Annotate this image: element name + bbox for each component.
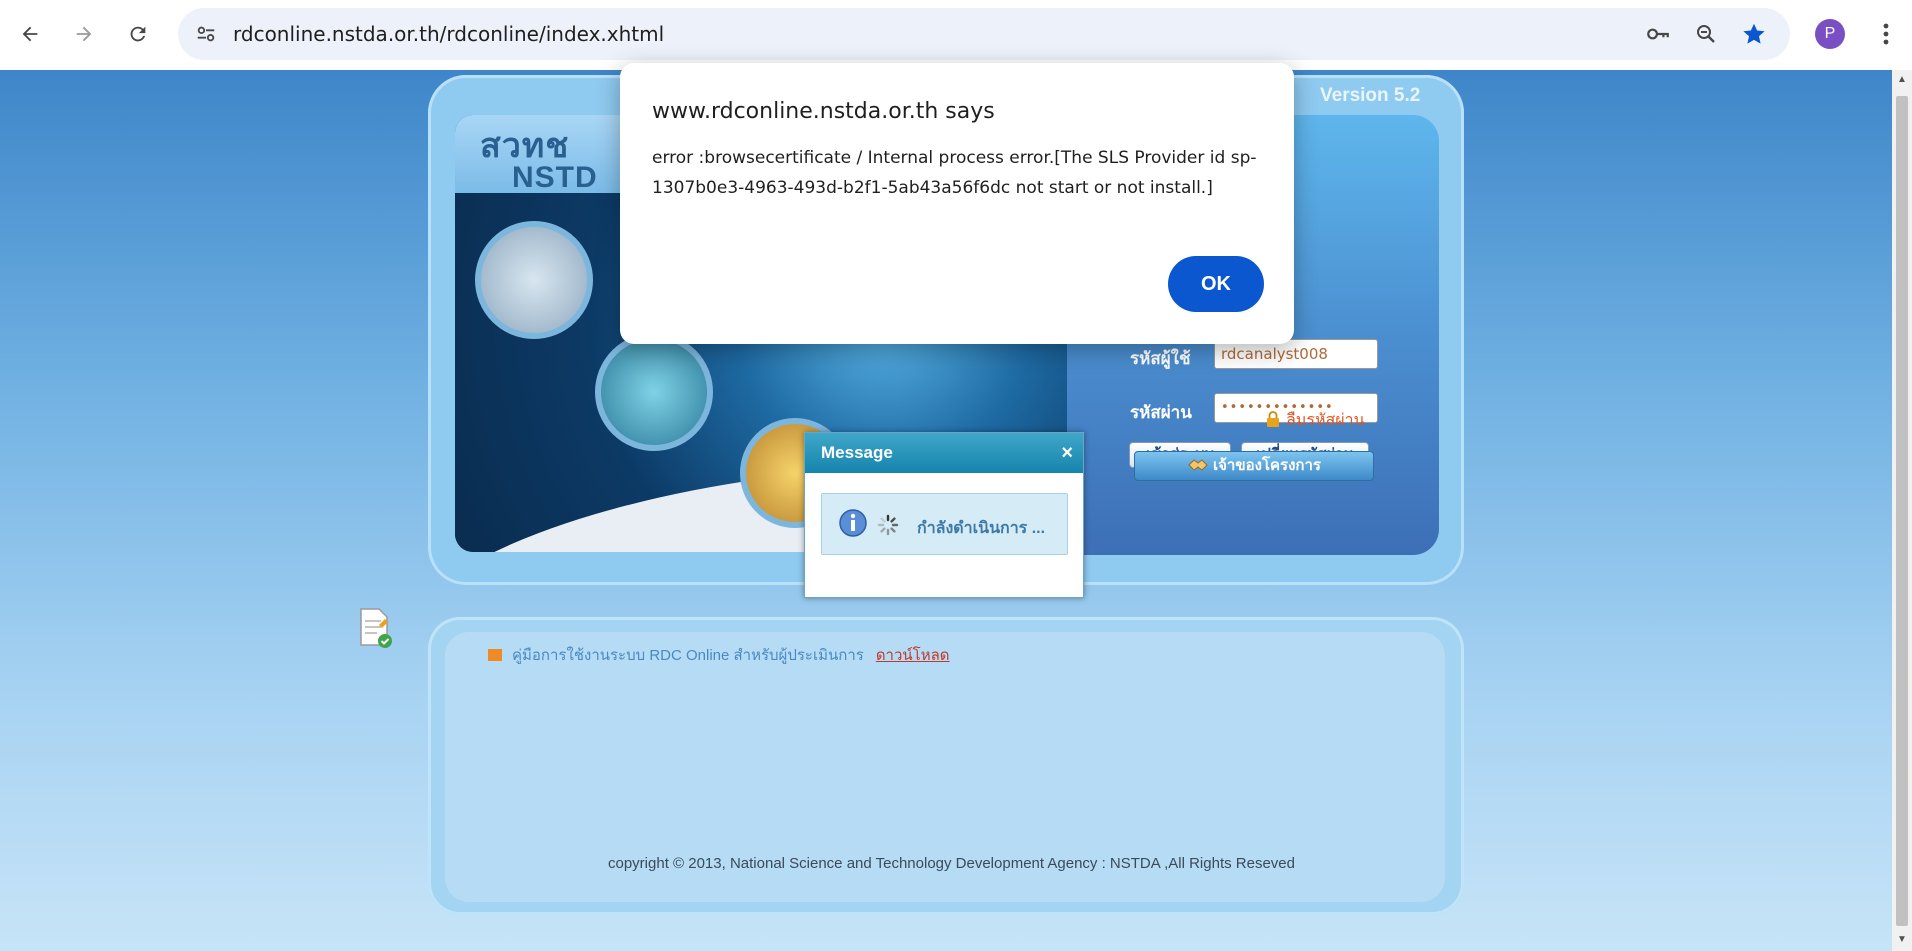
username-label: รหัสผู้ใช้ bbox=[1130, 349, 1191, 368]
vertical-scrollbar[interactable]: ▲ ▼ bbox=[1892, 70, 1912, 951]
loading-spinner-icon bbox=[877, 514, 899, 541]
lock-icon bbox=[1266, 411, 1280, 427]
message-dialog: Message × กำลังดำเนินการ ... bbox=[804, 432, 1084, 598]
version-label: Version 5.2 bbox=[1320, 85, 1421, 106]
back-icon[interactable] bbox=[10, 14, 50, 54]
url-text[interactable]: rdconline.nstda.or.th/rdconline/index.xh… bbox=[233, 8, 664, 60]
password-label: รหัสผ่าน bbox=[1130, 403, 1192, 422]
message-dialog-body: กำลังดำเนินการ ... bbox=[821, 493, 1068, 555]
forgot-password-link[interactable]: ลืมรหัสผ่าน bbox=[1266, 408, 1365, 433]
reload-icon[interactable] bbox=[118, 14, 158, 54]
menu-icon[interactable] bbox=[1868, 14, 1904, 54]
zoom-icon[interactable] bbox=[1692, 20, 1720, 48]
alert-dialog: www.rdconline.nstda.or.th says error :br… bbox=[620, 63, 1294, 344]
site-settings-icon[interactable] bbox=[192, 20, 220, 48]
svg-text:NSTD: NSTD bbox=[512, 161, 598, 189]
forgot-password-text[interactable]: ลืมรหัสผ่าน bbox=[1286, 412, 1365, 429]
message-dialog-header: Message × bbox=[805, 433, 1083, 473]
document-check-icon bbox=[357, 607, 393, 654]
address-bar[interactable]: rdconline.nstda.or.th/rdconline/index.xh… bbox=[178, 8, 1790, 60]
nstda-logo: สวทช NSTD bbox=[480, 127, 630, 194]
svg-text:สวทช: สวทช bbox=[480, 127, 569, 165]
project-owner-button[interactable]: เจ้าของโครงการ bbox=[1134, 451, 1374, 481]
info-icon bbox=[838, 508, 868, 543]
manual-download-link[interactable]: ดาวน์โหลด bbox=[876, 647, 950, 664]
forward-icon[interactable] bbox=[64, 14, 104, 54]
bookmark-star-icon[interactable] bbox=[1740, 20, 1768, 48]
alert-message: error :browsecertificate / Internal proc… bbox=[652, 148, 1257, 198]
manual-bullet-icon bbox=[488, 649, 502, 661]
manual-item: คู่มือการใช้งานระบบ RDC Online สำหรับผู้… bbox=[488, 643, 950, 667]
message-dialog-title: Message bbox=[821, 443, 893, 462]
message-dialog-text: กำลังดำเนินการ ... bbox=[917, 520, 1046, 537]
scroll-down-arrow-icon[interactable]: ▼ bbox=[1896, 934, 1908, 946]
scroll-up-arrow-icon[interactable]: ▲ bbox=[1896, 74, 1908, 86]
laptop-photo-circle bbox=[595, 333, 713, 451]
manual-text: คู่มือการใช้งานระบบ RDC Online สำหรับผู้… bbox=[512, 647, 864, 664]
close-icon[interactable]: × bbox=[1061, 433, 1073, 473]
browser-toolbar: rdconline.nstda.or.th/rdconline/index.xh… bbox=[0, 0, 1912, 70]
lab-photo-circle bbox=[475, 221, 593, 339]
scroll-thumb[interactable] bbox=[1896, 96, 1908, 926]
footer-copyright: copyright © 2013, National Science and T… bbox=[608, 855, 1295, 872]
alert-title: www.rdconline.nstda.or.th says bbox=[652, 99, 995, 124]
profile-avatar[interactable]: P bbox=[1815, 19, 1845, 49]
handshake-icon bbox=[1187, 454, 1209, 471]
password-key-icon[interactable] bbox=[1644, 20, 1672, 48]
project-owner-text[interactable]: เจ้าของโครงการ bbox=[1213, 457, 1321, 474]
alert-ok-button[interactable]: OK bbox=[1168, 256, 1264, 312]
